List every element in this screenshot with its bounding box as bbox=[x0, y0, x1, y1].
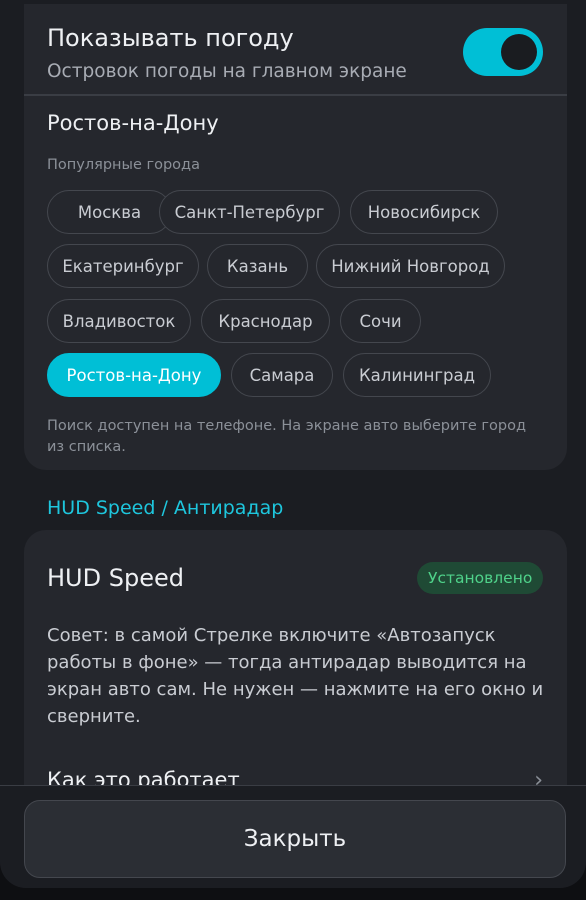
weather-toggle[interactable] bbox=[463, 28, 543, 76]
city-chip-nizhny-novgorod[interactable]: Нижний Новгород bbox=[316, 244, 505, 288]
popular-cities-label: Популярные города bbox=[47, 157, 200, 173]
bottom-bar: Закрыть bbox=[0, 785, 586, 888]
city-chip-yekaterinburg[interactable]: Екатеринбург bbox=[47, 244, 199, 288]
weather-card: Показывать погоду Островок погоды на гла… bbox=[24, 4, 567, 470]
city-chip-kaliningrad[interactable]: Калининград bbox=[343, 353, 491, 397]
city-chip-sochi[interactable]: Сочи bbox=[340, 299, 421, 343]
city-chip-saint-petersburg[interactable]: Санкт-Петербург bbox=[159, 190, 340, 234]
city-search-hint: Поиск доступен на телефоне. На экране ав… bbox=[47, 418, 526, 455]
close-button[interactable]: Закрыть bbox=[24, 800, 566, 878]
hud-speed-card: HUD Speed Установлено Совет: в самой Стр… bbox=[24, 530, 567, 810]
selected-city-title: Ростов-на-Дону bbox=[47, 111, 219, 135]
city-chip-kazan[interactable]: Казань bbox=[207, 244, 308, 288]
city-chip-moscow[interactable]: Москва bbox=[47, 190, 172, 234]
city-chip-rostov-on-don[interactable]: Ростов-на-Дону bbox=[47, 353, 221, 397]
hud-speed-title: HUD Speed bbox=[47, 564, 184, 592]
hud-section-title: HUD Speed / Антирадар bbox=[47, 497, 284, 519]
city-chip-samara[interactable]: Самара bbox=[231, 353, 333, 397]
weather-toggle-subtitle: Островок погоды на главном экране bbox=[47, 61, 407, 82]
toggle-knob bbox=[501, 34, 537, 70]
city-chip-vladivostok[interactable]: Владивосток bbox=[47, 299, 191, 343]
city-chip-krasnodar[interactable]: Краснодар bbox=[201, 299, 330, 343]
hud-speed-tip: Совет: в самой Стрелке включите «Автозап… bbox=[47, 625, 544, 727]
installed-status-badge: Установлено bbox=[417, 562, 544, 594]
city-chip-novosibirsk[interactable]: Новосибирск bbox=[350, 190, 498, 234]
weather-toggle-title: Показывать погоду bbox=[47, 24, 294, 52]
settings-sheet: Показывать погоду Островок погоды на гла… bbox=[0, 0, 586, 888]
divider bbox=[24, 94, 567, 96]
